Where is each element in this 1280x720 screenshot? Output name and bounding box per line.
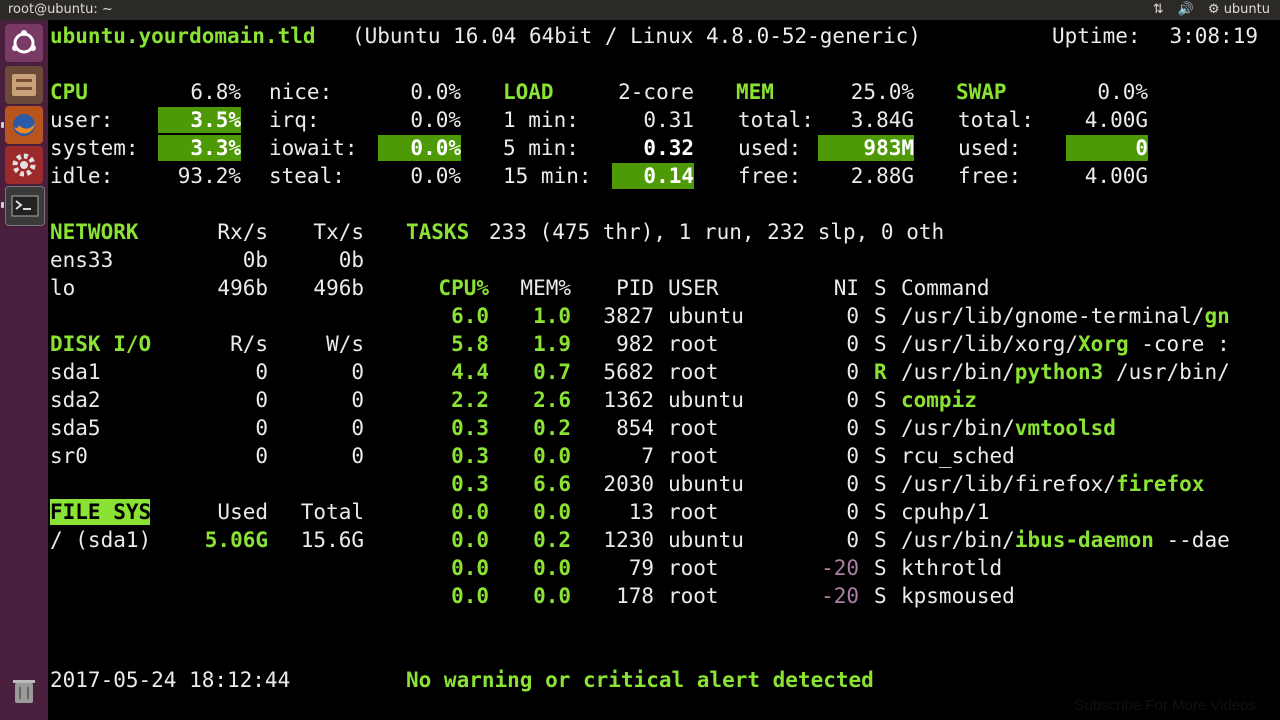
firefox-launcher[interactable]	[5, 106, 43, 144]
command-args: /usr/bin/	[1103, 360, 1230, 384]
proc-command: /usr/bin/vmtoolsd	[901, 414, 1280, 442]
command-path: /usr/bin/	[901, 416, 1015, 440]
proc-command: /usr/lib/firefox/firefox	[901, 470, 1280, 498]
footer-alert: No warning or critical alert detected	[406, 668, 874, 692]
proc-state: S	[874, 528, 887, 552]
gear-icon: ⚙	[1207, 2, 1220, 17]
proc-state: S	[874, 444, 887, 468]
settings-gear-icon	[12, 153, 36, 177]
command-binary: firefox	[1115, 472, 1205, 496]
terminal-icon	[11, 195, 39, 217]
col-state-header: S	[874, 276, 887, 300]
proc-nice: -20	[821, 584, 859, 608]
tasks-summary: 233 (475 thr), 1 run, 232 slp, 0 oth	[489, 220, 945, 244]
proc-nice: 0	[846, 332, 859, 356]
proc-state: S	[874, 556, 887, 580]
files-launcher[interactable]	[5, 66, 43, 104]
trash-icon	[13, 680, 35, 703]
swap-pct: 0.0%	[1097, 80, 1148, 104]
command-path: cpuhp/1	[901, 500, 990, 524]
proc-state: R	[874, 360, 887, 384]
ubuntu-logo-icon	[12, 30, 36, 54]
proc-command: compiz	[901, 386, 1280, 414]
proc-nice: 0	[846, 416, 859, 440]
network-icon[interactable]: ⇅	[1153, 2, 1164, 17]
settings-launcher[interactable]	[5, 146, 43, 184]
proc-nice: 0	[846, 388, 859, 412]
uptime-value: 3:08:19	[1169, 24, 1258, 48]
swap-value: 4.00G	[1084, 164, 1148, 188]
proc-command: kpsmoused	[901, 582, 1280, 610]
command-binary: vmtoolsd	[1014, 416, 1116, 440]
hostname: ubuntu.yourdomain.tld	[50, 24, 316, 48]
running-indicator	[1, 122, 4, 128]
proc-command: /usr/lib/gnome-terminal/gn	[901, 302, 1280, 330]
session-menu[interactable]: ⚙ ubuntu	[1208, 2, 1270, 17]
proc-state: S	[874, 416, 887, 440]
volume-icon[interactable]: 🔊	[1178, 2, 1194, 17]
proc-nice: -20	[821, 556, 859, 580]
col-command-header: Command	[901, 276, 990, 300]
proc-command: cpuhp/1	[901, 498, 1280, 526]
command-binary: ibus-daemon	[1014, 528, 1154, 552]
command-path: kthrotld	[901, 556, 1003, 580]
proc-command: /usr/lib/xorg/Xorg -core :	[901, 330, 1280, 358]
command-path: /usr/bin/	[901, 360, 1015, 384]
proc-state: S	[874, 584, 887, 608]
col-ni-header: NI	[833, 276, 859, 300]
proc-command: /usr/bin/ibus-daemon --dae	[901, 526, 1280, 554]
command-path: kpsmoused	[901, 584, 1015, 608]
proc-nice: 0	[846, 500, 859, 524]
network-tx-header: Tx/s	[313, 220, 364, 244]
command-binary: Xorg	[1078, 332, 1129, 356]
top-panel: root@ubuntu: ~ ⇅ 🔊 ⚙ ubuntu	[0, 0, 1280, 20]
proc-nice: 0	[846, 360, 859, 384]
terminal-view[interactable]: ubuntu.yourdomain.tld (Ubuntu 16.04 64bit…	[48, 20, 1280, 720]
command-args: --dae	[1153, 528, 1230, 552]
footer-datetime: 2017-05-24 18:12:44	[50, 668, 291, 692]
proc-state: S	[874, 388, 887, 412]
file-cabinet-icon	[12, 74, 36, 96]
session-user: ubuntu	[1223, 2, 1270, 17]
proc-nice: 0	[846, 472, 859, 496]
command-args: -core :	[1128, 332, 1230, 356]
running-indicator	[1, 202, 4, 208]
proc-command: /usr/bin/python3 /usr/bin/	[901, 358, 1280, 386]
command-path: /usr/lib/gnome-terminal/	[901, 304, 1205, 328]
proc-nice: 0	[846, 444, 859, 468]
command-binary: gn	[1204, 304, 1230, 328]
swap-value: 0	[1135, 136, 1148, 160]
tasks-label: TASKS	[406, 220, 470, 244]
command-binary: compiz	[901, 388, 977, 412]
swap-value: 4.00G	[1084, 108, 1148, 132]
os-info: (Ubuntu 16.04 64bit / Linux 4.8.0-52-gen…	[352, 24, 921, 48]
command-binary: python3	[1014, 360, 1104, 384]
system-tray: ⇅ 🔊 ⚙ ubuntu	[1153, 2, 1270, 17]
trash-launcher[interactable]	[5, 672, 43, 710]
proc-nice: 0	[846, 528, 859, 552]
proc-nice: 0	[846, 304, 859, 328]
proc-state: S	[874, 304, 887, 328]
firefox-icon	[13, 114, 35, 136]
proc-state: S	[874, 500, 887, 524]
watermark: Subscribe For More Videos	[1074, 697, 1256, 714]
command-path: /usr/bin/	[901, 528, 1015, 552]
command-path: /usr/lib/firefox/	[901, 472, 1116, 496]
dash-button[interactable]	[5, 24, 43, 62]
command-path: rcu_sched	[901, 444, 1015, 468]
unity-launcher	[0, 20, 48, 720]
command-path: /usr/lib/xorg/	[901, 332, 1079, 356]
fs-label: FILE SYS	[50, 500, 152, 524]
proc-command: kthrotld	[901, 554, 1280, 582]
proc-state: S	[874, 472, 887, 496]
proc-command: rcu_sched	[901, 442, 1280, 470]
network-tx: 0b	[338, 248, 364, 272]
proc-state: S	[874, 332, 887, 356]
window-title: root@ubuntu: ~	[8, 2, 113, 17]
terminal-launcher[interactable]	[5, 186, 45, 226]
